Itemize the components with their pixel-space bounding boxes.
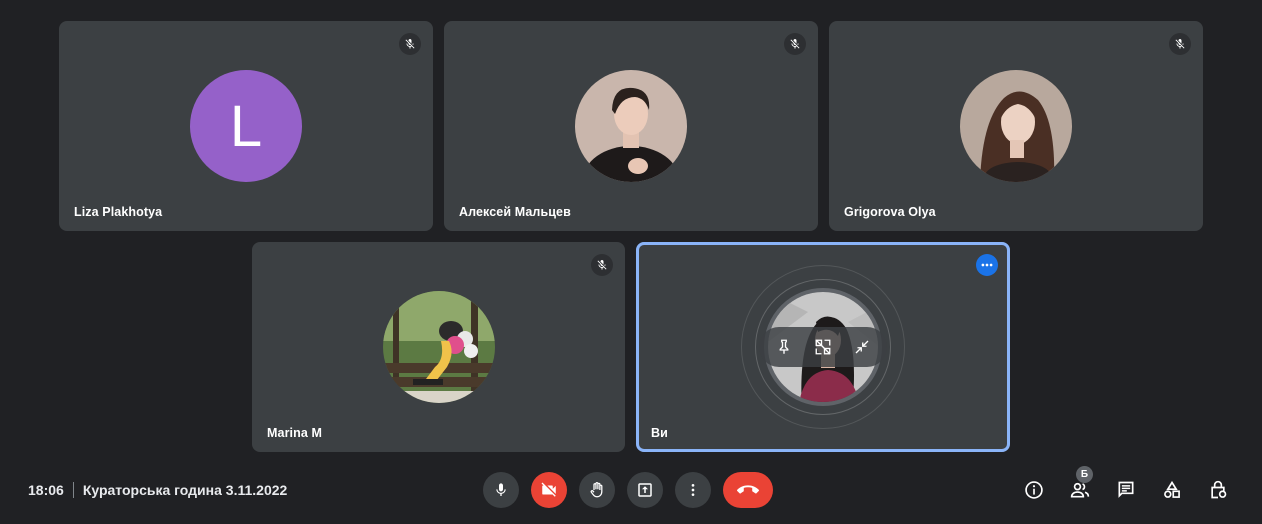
activities-button[interactable] <box>1154 472 1190 508</box>
remove-icon[interactable] <box>809 333 837 361</box>
participant-tile-marina[interactable]: Marina M <box>252 242 625 452</box>
people-button[interactable]: Б <box>1062 466 1098 508</box>
videocam-off-icon <box>541 482 556 497</box>
video-grid: L Liza Plakhotya Алексей Мальцев Grigoro… <box>6 6 1256 518</box>
present-icon <box>638 483 652 497</box>
participant-tile-self[interactable]: Ви <box>636 242 1010 452</box>
pin-icon[interactable] <box>770 333 798 361</box>
call-controls <box>483 472 773 508</box>
chat-icon <box>1118 481 1134 498</box>
mic-off-icon <box>591 254 613 276</box>
present-button[interactable] <box>627 472 663 508</box>
info-icon <box>1025 481 1043 499</box>
meeting-title: Кураторська година 3.11.2022 <box>82 482 288 498</box>
mic-icon <box>496 483 506 496</box>
participant-tile-liza[interactable]: L Liza Plakhotya <box>59 21 433 231</box>
participant-name: Grigorova Olya <box>844 205 936 219</box>
mic-off-icon <box>784 33 806 55</box>
people-icon <box>1070 482 1090 498</box>
more-options-button[interactable] <box>675 472 711 508</box>
bottom-bar: 18:06 Кураторська година 3.11.2022 Б <box>6 462 1256 518</box>
mic-off-icon <box>1169 33 1191 55</box>
camera-button[interactable] <box>531 472 567 508</box>
host-controls-button[interactable] <box>1200 472 1236 508</box>
divider <box>72 482 74 498</box>
participant-tile-aleksey[interactable]: Алексей Мальцев <box>444 21 818 231</box>
meeting-details: 18:06 Кураторська година 3.11.2022 <box>28 482 287 498</box>
participant-name: Liza Plakhotya <box>74 205 163 219</box>
clock: 18:06 <box>28 482 64 498</box>
lock-person-icon <box>1211 480 1227 499</box>
side-tools: Б <box>1016 466 1236 508</box>
chat-button[interactable] <box>1108 472 1144 508</box>
hand-icon <box>590 482 603 498</box>
participant-name: Marina M <box>267 426 322 440</box>
participant-count-badge: Б <box>1076 466 1093 483</box>
avatar-photo <box>382 291 495 403</box>
more-vert-icon <box>691 484 695 496</box>
more-horiz-icon[interactable] <box>976 254 998 276</box>
tile-hover-controls <box>759 327 887 367</box>
meeting-details-button[interactable] <box>1016 472 1052 508</box>
avatar-photo <box>575 70 687 182</box>
call-end-icon <box>737 485 759 494</box>
mic-button[interactable] <box>483 472 519 508</box>
leave-call-button[interactable] <box>723 472 773 508</box>
raise-hand-button[interactable] <box>579 472 615 508</box>
participant-name: Ви <box>651 426 668 440</box>
participant-name: Алексей Мальцев <box>459 205 571 219</box>
mic-off-icon <box>399 33 421 55</box>
avatar: L <box>190 70 302 182</box>
participant-tile-olya[interactable]: Grigorova Olya <box>829 21 1203 231</box>
activities-icon <box>1164 480 1180 498</box>
minimize-icon[interactable] <box>848 333 876 361</box>
avatar-photo <box>960 70 1072 182</box>
